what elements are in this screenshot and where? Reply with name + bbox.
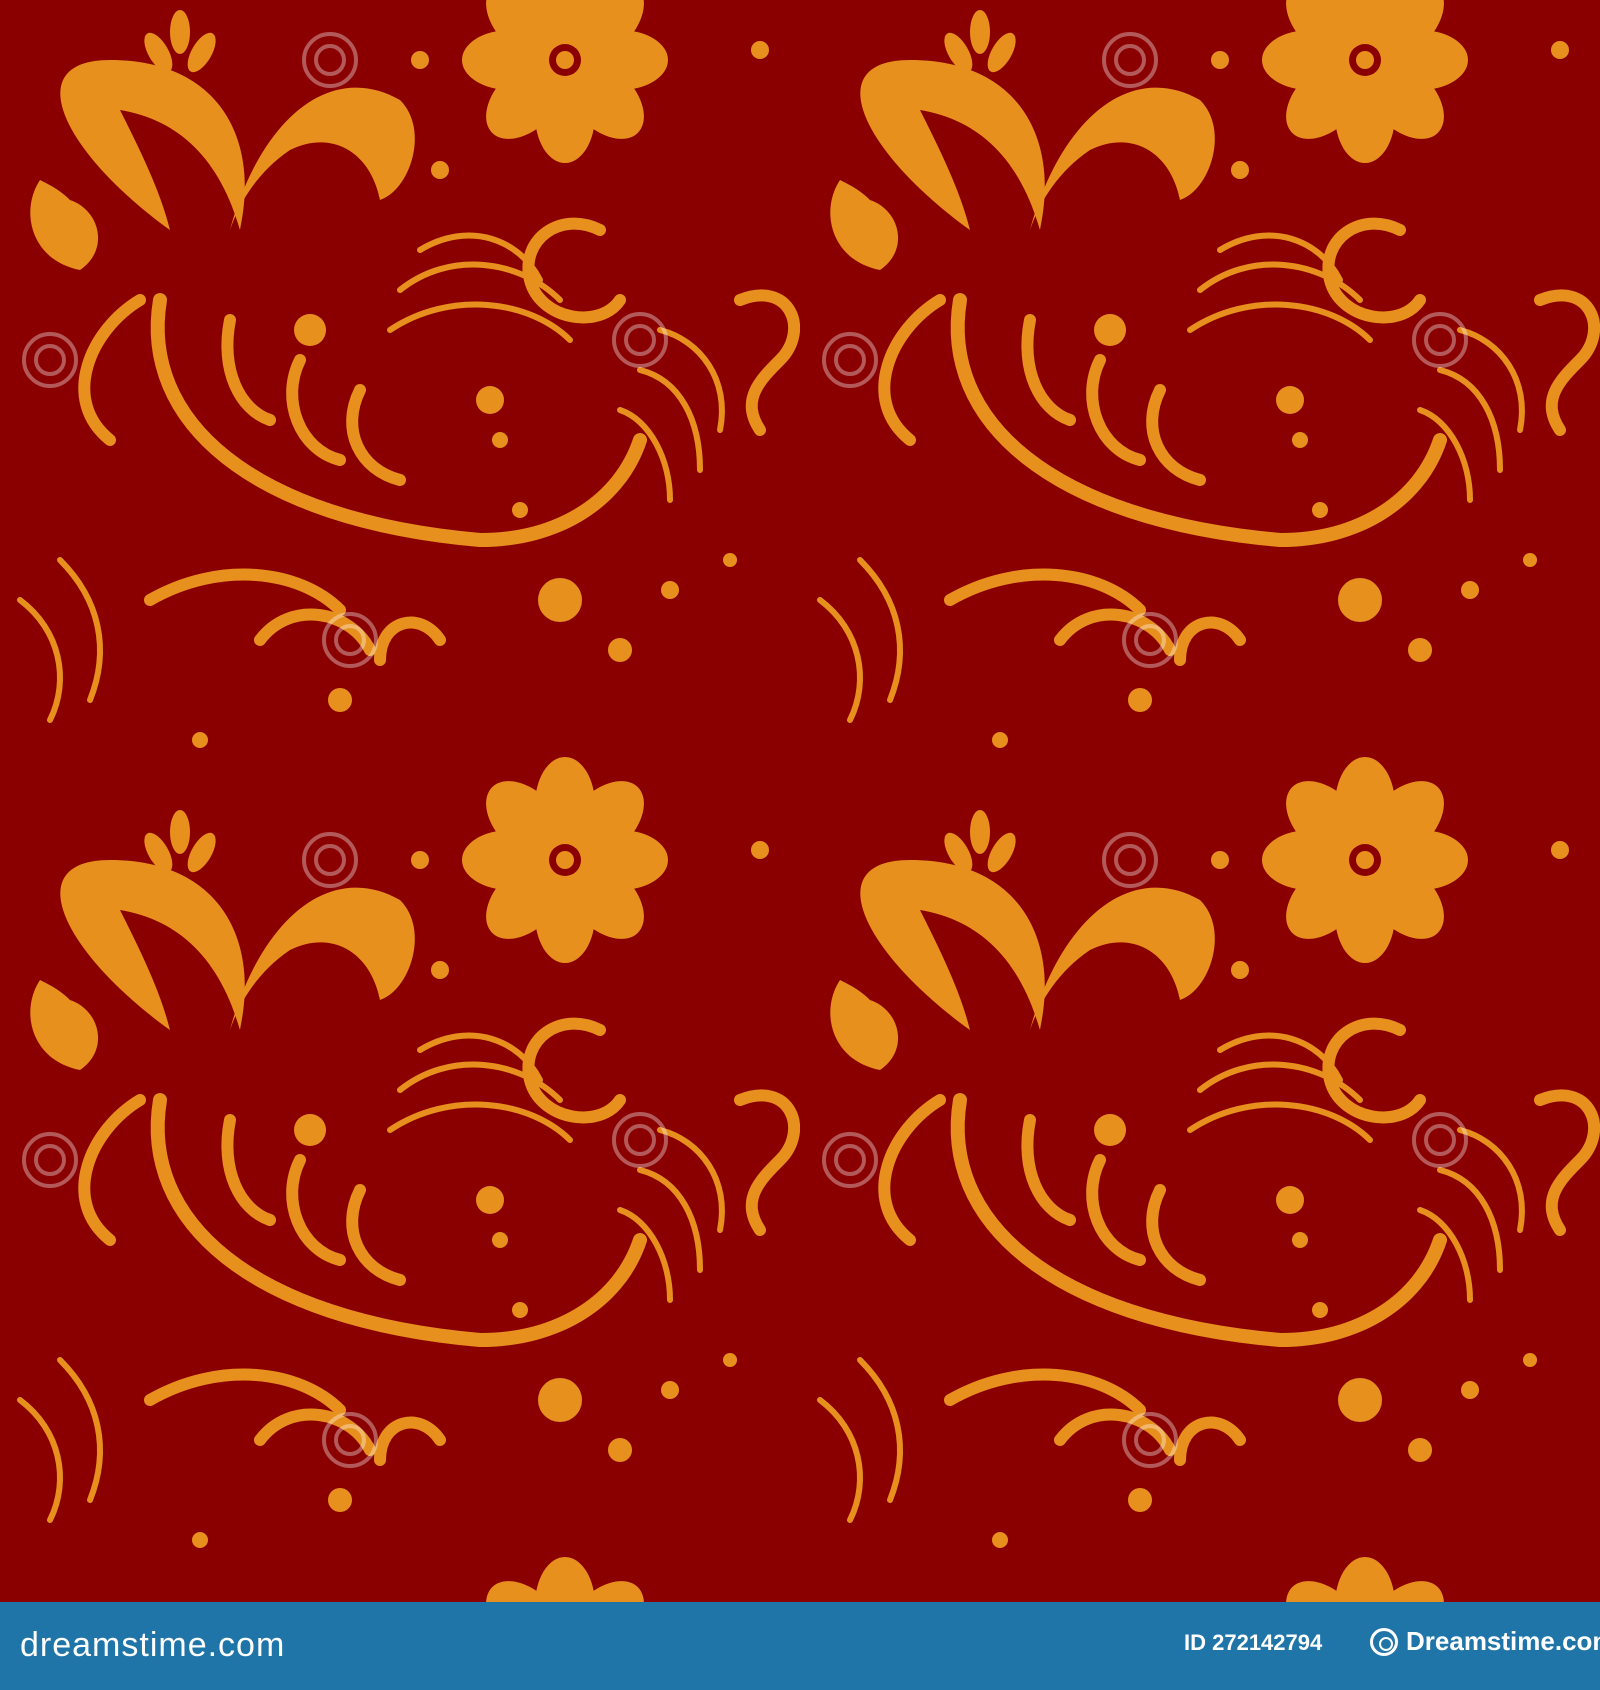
stock-footer-bar: dreamstime.com ID 272142794 Dreamstime.c… [0,1602,1600,1690]
footer-image-id: ID 272142794 [1184,1630,1323,1655]
stock-image-page: dreamstime.com ID 272142794 Dreamstime.c… [0,0,1600,1690]
footer-brand[interactable]: Dreamstime.com [1370,1626,1600,1657]
dreamstime-logo-icon [1370,1627,1398,1656]
footer-site-text[interactable]: dreamstime.com [20,1626,285,1665]
footer-brand-text: Dreamstime.com [1406,1626,1600,1656]
floral-tile-fill [0,0,1600,1602]
floral-pattern-image [0,0,1600,1602]
